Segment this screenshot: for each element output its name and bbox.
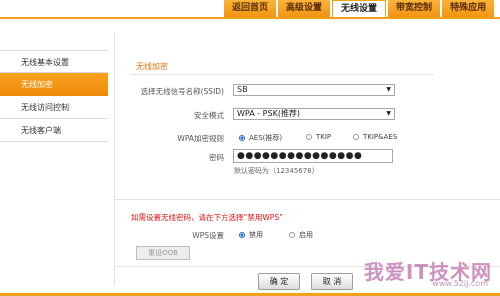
top-bar: 返回首页 高级设置 无线设置 带宽控制 特殊应用 (0, 0, 500, 19)
radio-tkip-aes[interactable] (353, 134, 359, 140)
wps-disable-label: 禁用 (249, 231, 263, 239)
wpa-tkip-label: TKIP (316, 133, 332, 141)
sidebar: 无线基本设置 无线加密 无线访问控制 无线客户端 (0, 50, 108, 142)
chevron-down-icon: ▼ (386, 110, 391, 117)
wps-enable-option[interactable]: 启用 (289, 230, 313, 240)
cancel-button[interactable]: 取 消 (311, 273, 353, 290)
ssid-select[interactable]: SB ▼ (233, 84, 395, 96)
section-title: 无线加密 (136, 62, 168, 71)
section-divider (130, 74, 434, 75)
wpa-aes-label: AES(推荐) (249, 134, 283, 142)
wps-label: WPS设置 (192, 231, 224, 240)
wpa-tkip-option[interactable]: TKIP (306, 133, 331, 141)
tab-special[interactable]: 特殊应用 (442, 0, 495, 17)
ssid-label: 选择无线信号名称(SSID) (140, 87, 224, 96)
ssid-value: SB (237, 85, 248, 94)
sidebar-item-access-control[interactable]: 无线访问控制 (0, 96, 108, 119)
radio-wps-disable[interactable] (239, 232, 245, 238)
wps-warning: 如需设置无线密码，请在下方选择“禁用WPS” (131, 213, 283, 222)
wps-divider (114, 199, 500, 200)
tab-advanced[interactable]: 高级设置 (278, 0, 331, 17)
sidebar-item-clients[interactable]: 无线客户端 (0, 119, 108, 142)
tab-bandwidth[interactable]: 带宽控制 (388, 0, 441, 17)
wpa-tkip-aes-label: TKIP&AES (363, 133, 398, 141)
sidebar-item-wireless-basic[interactable]: 无线基本设置 (0, 50, 108, 73)
security-mode-label: 安全模式 (194, 111, 224, 120)
chevron-down-icon: ▼ (386, 86, 391, 93)
radio-wps-enable[interactable] (289, 232, 295, 238)
password-field[interactable]: ●●●●●●●●●●●●●●● (233, 149, 393, 163)
wpa-tkip-aes-option[interactable]: TKIP&AES (353, 133, 397, 141)
radio-aes[interactable] (239, 135, 245, 141)
tab-wireless[interactable]: 无线设置 (332, 0, 387, 17)
watermark-url: www.52ij.com (432, 279, 488, 288)
radio-tkip[interactable] (306, 134, 312, 140)
wps-enable-label: 启用 (299, 231, 313, 239)
security-mode-value: WPA - PSK(推荐) (237, 109, 301, 118)
header-divider (0, 17, 500, 19)
sidebar-divider (114, 32, 115, 286)
reset-oob-button[interactable]: 重设OOB (136, 246, 190, 260)
password-label: 密码 (209, 153, 224, 162)
top-tabs: 返回首页 高级设置 无线设置 带宽控制 特殊应用 (224, 0, 496, 17)
password-hint: 默认密码为（12345678） (234, 167, 319, 175)
sidebar-item-wireless-encryption[interactable]: 无线加密 (0, 73, 108, 96)
ok-button[interactable]: 确 定 (258, 273, 300, 290)
tab-home[interactable]: 返回首页 (224, 0, 277, 17)
wps-disable-option[interactable]: 禁用 (239, 230, 263, 240)
wpa-aes-option[interactable]: AES(推荐) (239, 133, 282, 143)
security-mode-select[interactable]: WPA - PSK(推荐) ▼ (233, 108, 395, 120)
wpa-rule-label: WPA加密规则 (177, 134, 224, 143)
